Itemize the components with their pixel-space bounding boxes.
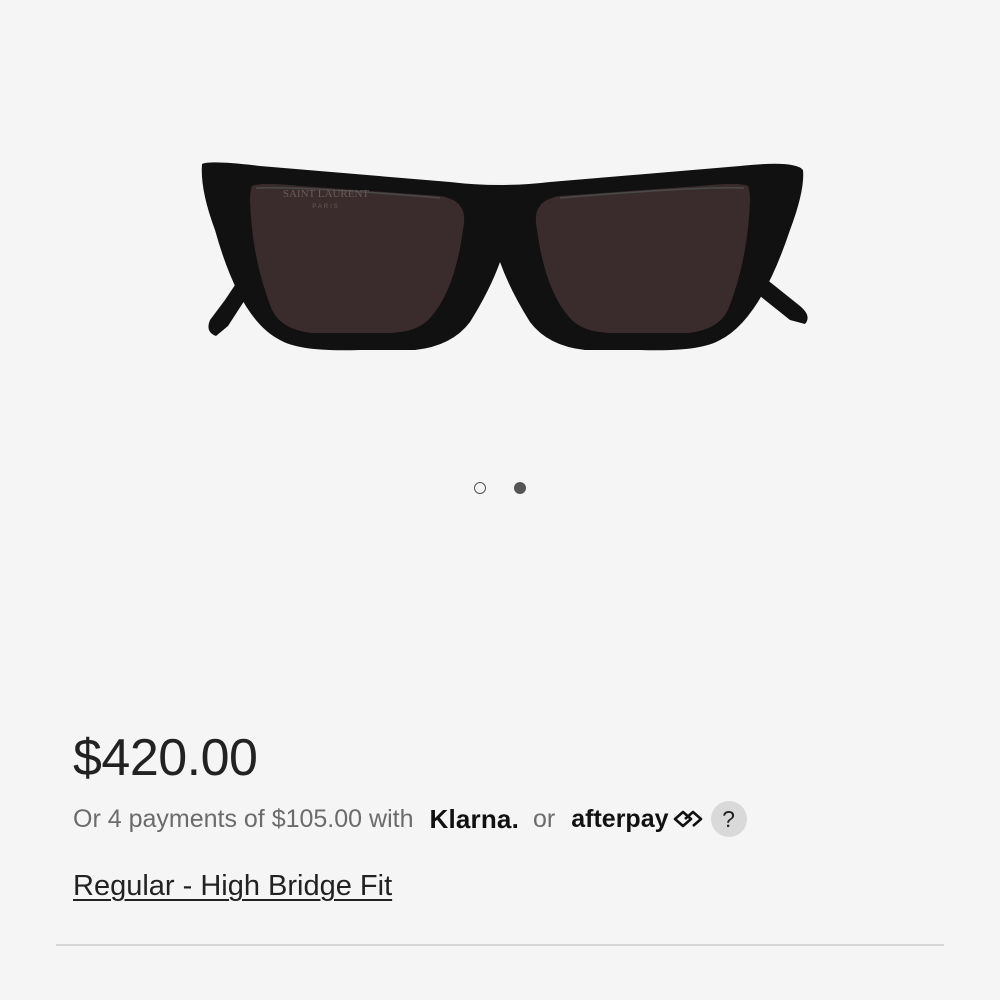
installment-text: Or 4 payments of $105.00 with	[73, 804, 414, 833]
product-price: $420.00	[73, 729, 258, 787]
sunglasses-image: SAINT LAURENT PARIS	[201, 162, 808, 351]
klarna-logo[interactable]: Klarna.	[429, 804, 519, 835]
or-text: or	[533, 804, 556, 833]
afterpay-logo[interactable]: afterpay	[571, 805, 704, 834]
brand-mark-text: SAINT LAURENT	[283, 188, 370, 200]
help-question-icon[interactable]: ?	[710, 801, 747, 837]
afterpay-label: afterpay	[571, 804, 669, 833]
fit-link[interactable]: Regular - High Bridge Fit	[73, 870, 392, 903]
carousel-dot-1[interactable]	[474, 482, 486, 494]
product-image[interactable]: SAINT LAURENT PARIS	[0, 0, 1000, 470]
afterpay-arrows-icon	[673, 810, 702, 828]
carousel-dots	[0, 482, 1000, 494]
carousel-dot-2[interactable]	[514, 482, 526, 494]
product-page: SAINT LAURENT PARIS $420.00 Or 4 payment…	[0, 0, 1000, 1000]
brand-mark-subtext: PARIS	[312, 204, 340, 210]
installment-info: Or 4 payments of $105.00 with Klarna. or…	[73, 800, 747, 838]
section-divider	[56, 944, 944, 946]
